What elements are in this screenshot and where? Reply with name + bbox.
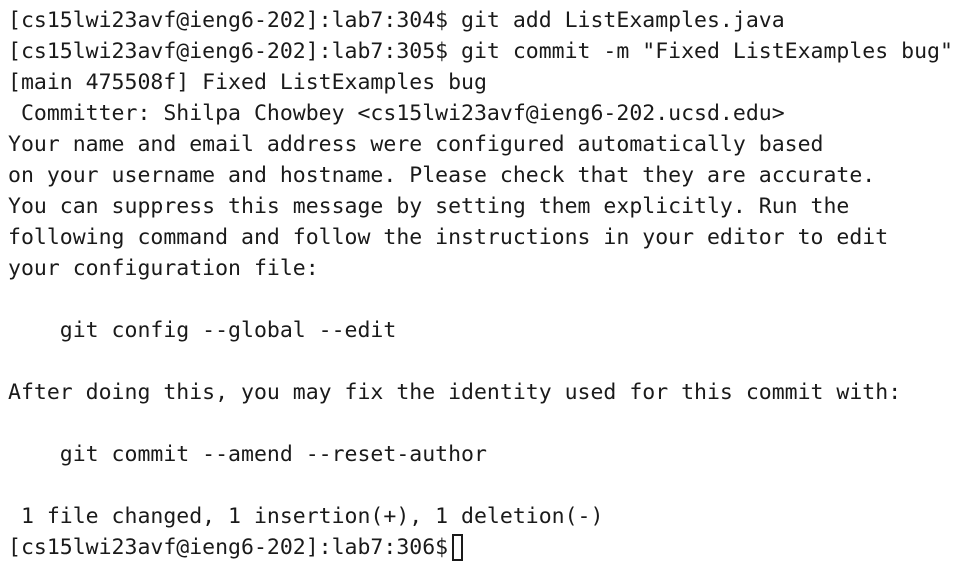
text-cursor[interactable] [452, 534, 464, 561]
output-line: your configuration file: [8, 256, 319, 281]
terminal-output: [cs15lwi23avf@ieng6-202]:lab7:304$ git a… [8, 5, 964, 563]
commit-summary-line: [main 475508f] Fixed ListExamples bug [8, 70, 487, 95]
command-line-git-commit: [cs15lwi23avf@ieng6-202]:lab7:305$ git c… [8, 39, 953, 64]
terminal-window[interactable]: [cs15lwi23avf@ieng6-202]:lab7:304$ git a… [0, 0, 964, 574]
shell-prompt: [cs15lwi23avf@ieng6-202]:lab7:306$ [8, 535, 449, 560]
current-prompt-line[interactable]: [cs15lwi23avf@ieng6-202]:lab7:306$ [8, 532, 964, 563]
committer-line: Committer: Shilpa Chowbey <cs15lwi23avf@… [8, 101, 785, 126]
command-line-git-add: [cs15lwi23avf@ieng6-202]:lab7:304$ git a… [8, 8, 785, 33]
output-line: Your name and email address were configu… [8, 132, 824, 157]
git-amend-hint-line: git commit --amend --reset-author [8, 442, 487, 467]
git-config-hint-line: git config --global --edit [8, 318, 397, 343]
files-changed-line: 1 file changed, 1 insertion(+), 1 deleti… [8, 504, 604, 529]
output-line: You can suppress this message by setting… [8, 194, 850, 219]
output-line: After doing this, you may fix the identi… [8, 380, 902, 405]
output-line: following command and follow the instruc… [8, 225, 889, 250]
output-line: on your username and hostname. Please ch… [8, 163, 876, 188]
